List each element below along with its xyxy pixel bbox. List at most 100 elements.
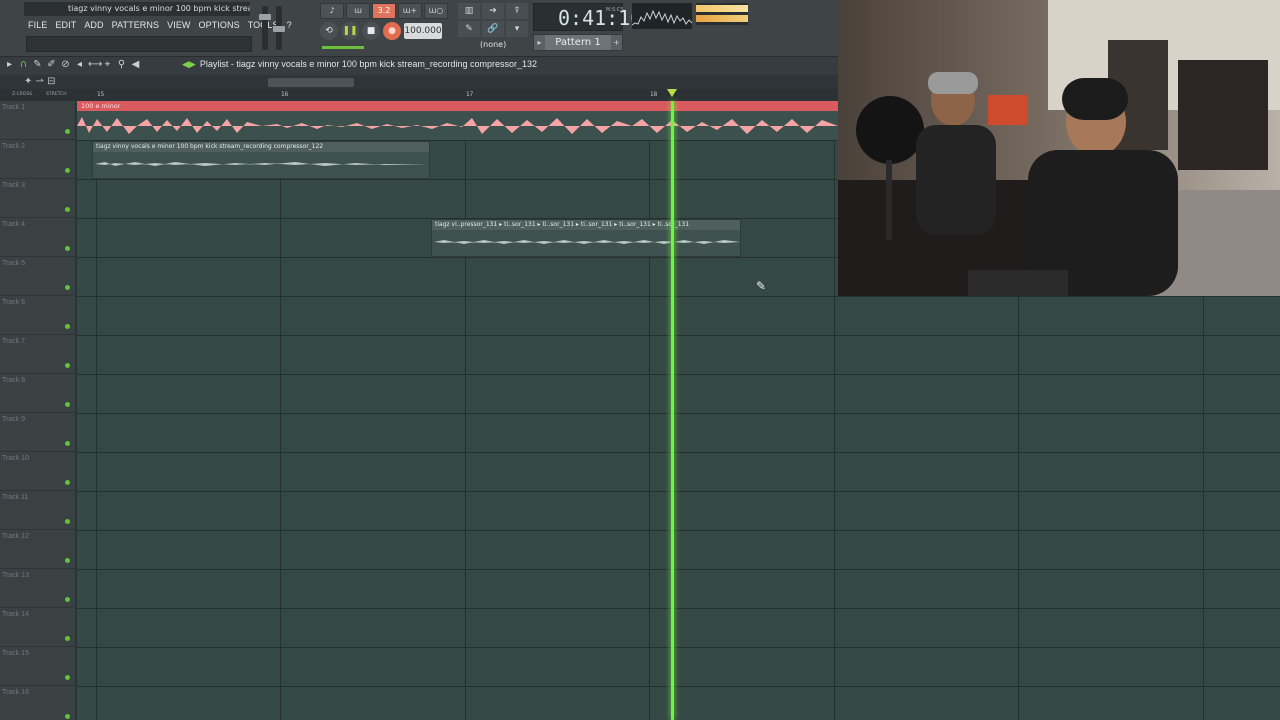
- clip-2-label: tiagz vinny vocals e minor 100 bpm kick …: [93, 142, 429, 152]
- track-enable-led[interactable]: [65, 285, 70, 290]
- pattern-label: Pattern 1: [545, 35, 611, 50]
- wait-input-icon[interactable]: ɯ: [346, 3, 370, 19]
- scroll-thumb[interactable]: [268, 78, 354, 87]
- track-header-2[interactable]: Track 2: [0, 140, 76, 179]
- zero-cross-toggle[interactable]: Z-CROSS: [12, 92, 32, 97]
- mixer-icon[interactable]: ⍒: [506, 3, 528, 19]
- master-pitch-slider[interactable]: [273, 6, 285, 50]
- track-header-16[interactable]: Track 16: [0, 686, 76, 720]
- track-header-6[interactable]: Track 6: [0, 296, 76, 335]
- track-header-7[interactable]: Track 7: [0, 335, 76, 374]
- main-toolbar: – ❐ ✕ tiagz vinny vocals e minor 100 bpm…: [0, 0, 838, 57]
- zoom-tool-icon[interactable]: ⚲: [116, 59, 127, 70]
- pattern-song-toggle-icon[interactable]: ⟲: [320, 22, 338, 40]
- slip-tool-icon[interactable]: ◂: [74, 59, 85, 70]
- track-enable-led[interactable]: [65, 402, 70, 407]
- stretch-toggle[interactable]: STRETCH: [46, 92, 67, 97]
- pause-button[interactable]: ❚❚: [341, 22, 359, 40]
- clip-1-waveform: [77, 117, 838, 134]
- clip-track-2[interactable]: tiagz vinny vocals e minor 100 bpm kick …: [92, 141, 430, 179]
- channel-select[interactable]: (none): [480, 40, 506, 49]
- loop-record-icon[interactable]: ɯ○: [424, 3, 448, 19]
- playlist-scrollbar[interactable]: [0, 75, 838, 89]
- pattern-add-icon[interactable]: +: [611, 38, 622, 47]
- menu-help[interactable]: ?: [287, 18, 292, 32]
- track-enable-led[interactable]: [65, 207, 70, 212]
- window-title: tiagz vinny vocals e minor 100 bpm kick …: [24, 2, 250, 16]
- track-header-11[interactable]: Track 11: [0, 491, 76, 530]
- playlist-arrows-icon[interactable]: ◀▶: [182, 59, 196, 69]
- track-header-4[interactable]: Track 4: [0, 218, 76, 257]
- mic-icon[interactable]: ▾: [506, 21, 528, 37]
- track-header-3[interactable]: Track 3: [0, 179, 76, 218]
- track-enable-led[interactable]: [65, 246, 70, 251]
- step-edit-icon[interactable]: ɯ+: [398, 3, 422, 19]
- track-enable-led[interactable]: [65, 168, 70, 173]
- menu-patterns[interactable]: PATTERNS: [112, 18, 159, 32]
- track-enable-led[interactable]: [65, 675, 70, 680]
- track-enable-led[interactable]: [65, 558, 70, 563]
- mute-tool-icon[interactable]: ⊘: [60, 59, 71, 70]
- track-header-1[interactable]: Track 1: [0, 101, 76, 140]
- track-enable-led[interactable]: [65, 597, 70, 602]
- clip-track-1[interactable]: 100 e minor: [77, 101, 838, 140]
- time-value: 0:41:10: [558, 6, 643, 30]
- ruler-bar-17: 17: [466, 91, 474, 98]
- stop-button[interactable]: ■: [362, 22, 380, 40]
- track-header-15[interactable]: Track 15: [0, 647, 76, 686]
- track-enable-led[interactable]: [65, 363, 70, 368]
- time-unit: M:S:CS: [606, 7, 624, 13]
- track-enable-led[interactable]: [65, 636, 70, 641]
- clip-4-waveform: [434, 240, 740, 244]
- track-header-10[interactable]: Track 10: [0, 452, 76, 491]
- draw-pencil-icon[interactable]: ✎: [32, 59, 43, 70]
- track-enable-led[interactable]: [65, 714, 70, 719]
- arrow-icon[interactable]: ➔: [482, 3, 504, 19]
- pattern-selector[interactable]: ▸ Pattern 1 +: [533, 34, 623, 51]
- menu-options[interactable]: OPTIONS: [199, 18, 240, 32]
- track-header-5[interactable]: Track 5: [0, 257, 76, 296]
- track-header-14[interactable]: Track 14: [0, 608, 76, 647]
- track-enable-led[interactable]: [65, 129, 70, 134]
- master-volume-slider[interactable]: [259, 6, 271, 50]
- link-icon[interactable]: 🔗: [482, 21, 504, 37]
- piano-icon[interactable]: ▥: [458, 3, 480, 19]
- slice-tool-icon[interactable]: ⟷: [88, 59, 102, 70]
- track-enable-led[interactable]: [65, 519, 70, 524]
- menu-arrow-icon[interactable]: ▸: [4, 59, 15, 70]
- tempo-display[interactable]: 100.000: [404, 23, 442, 39]
- track-enable-led[interactable]: [65, 441, 70, 446]
- time-display[interactable]: 0:41:10 M:S:CS: [533, 3, 642, 31]
- paint-brush-icon[interactable]: ✐: [46, 59, 57, 70]
- clip-track-4[interactable]: tiagz vi..pressor_131 ▸ ti..sor_131 ▸ ti…: [431, 219, 741, 257]
- cpu-graph: [632, 3, 692, 29]
- mouse-pointer-icon: ✎: [756, 279, 767, 293]
- ruler-bar-16: 16: [281, 91, 289, 98]
- timeline-ruler[interactable]: Z-CROSS STRETCH 15 16 17 18: [0, 89, 838, 101]
- pattern-prev-icon[interactable]: ▸: [534, 38, 545, 47]
- record-button[interactable]: ●: [383, 22, 401, 40]
- select-tool-icon[interactable]: ⌖: [102, 59, 113, 70]
- track-enable-led[interactable]: [65, 324, 70, 329]
- countdown-button[interactable]: 3.2: [372, 3, 396, 19]
- track-header-13[interactable]: Track 13: [0, 569, 76, 608]
- transport-controls: ⟲ ❚❚ ■ ● 100.000: [320, 22, 442, 40]
- track-header-12[interactable]: Track 12: [0, 530, 76, 569]
- track-headers: Track 1 Track 2 Track 3 Track 4 Track 5 …: [0, 101, 76, 720]
- track-header-8[interactable]: Track 8: [0, 374, 76, 413]
- metronome-icon[interactable]: ♪: [320, 3, 344, 19]
- hint-bar: [26, 36, 252, 52]
- track-header-9[interactable]: Track 9: [0, 413, 76, 452]
- snap-controls[interactable]: ✦ ⇀ ⊟: [24, 76, 56, 87]
- menu-add[interactable]: ADD: [84, 18, 103, 32]
- playhead-marker[interactable]: [667, 89, 677, 97]
- tempo-nudge-slider[interactable]: [322, 46, 364, 49]
- playback-tool-icon[interactable]: ◀: [130, 59, 141, 70]
- menu-file[interactable]: FILE: [28, 18, 47, 32]
- menu-edit[interactable]: EDIT: [55, 18, 76, 32]
- magnet-icon[interactable]: ∩: [18, 59, 29, 70]
- track-enable-led[interactable]: [65, 480, 70, 485]
- pencil-icon[interactable]: ✎: [458, 21, 480, 37]
- transport-top-row: ♪ ɯ 3.2 ɯ+ ɯ○: [320, 3, 448, 19]
- menu-view[interactable]: VIEW: [167, 18, 190, 32]
